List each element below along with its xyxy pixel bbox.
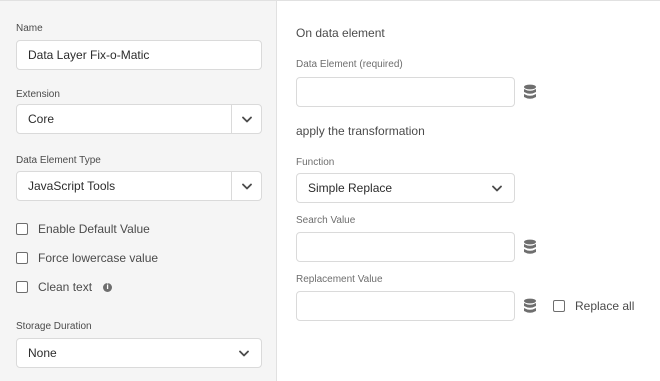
data-element-type-dropdown-button[interactable]: [231, 172, 261, 200]
storage-duration-select[interactable]: None: [16, 338, 262, 368]
extension-dropdown-button[interactable]: [231, 105, 261, 133]
checkbox-box[interactable]: [16, 252, 28, 264]
apply-transformation-heading: apply the transformation: [296, 124, 425, 138]
clean-text-checkbox[interactable]: Clean text i: [16, 280, 113, 294]
data-element-input[interactable]: [296, 77, 515, 107]
checkbox-label: Force lowercase value: [38, 251, 159, 265]
checkbox-box[interactable]: [553, 300, 565, 312]
replacement-value-label: Replacement Value: [296, 274, 383, 285]
name-field[interactable]: Data Layer Fix-o-Matic: [16, 40, 262, 70]
data-element-type-value: JavaScript Tools: [28, 179, 116, 193]
configuration-panel: On data element Data Element (required) …: [278, 1, 660, 381]
data-element-type-combobox[interactable]: JavaScript Tools: [16, 171, 262, 201]
function-label: Function: [296, 157, 335, 168]
database-icon[interactable]: [523, 239, 537, 255]
info-icon[interactable]: i: [103, 282, 113, 292]
settings-panel: Name Data Layer Fix-o-Matic Extension Co…: [0, 1, 277, 381]
chevron-down-icon: [239, 350, 249, 356]
replace-all-checkbox[interactable]: Replace all: [553, 299, 634, 313]
search-value-label: Search Value: [296, 215, 356, 226]
checkbox-box[interactable]: [16, 223, 28, 235]
name-label: Name: [16, 23, 43, 34]
replace-all-label: Replace all: [575, 299, 635, 313]
chevron-down-icon: [492, 185, 502, 191]
checkbox-label: Clean text: [38, 280, 93, 294]
force-lowercase-checkbox[interactable]: Force lowercase value: [16, 251, 158, 265]
data-element-label: Data Element (required): [296, 59, 403, 70]
storage-duration-label: Storage Duration: [16, 321, 92, 332]
checkbox-box[interactable]: [16, 281, 28, 293]
extension-value: Core: [28, 112, 55, 126]
enable-default-value-checkbox[interactable]: Enable Default Value: [16, 222, 150, 236]
chevron-down-icon: [241, 183, 252, 189]
database-icon[interactable]: [523, 298, 537, 314]
data-element-type-label: Data Element Type: [16, 155, 101, 166]
replacement-value-input[interactable]: [296, 291, 515, 321]
extension-combobox[interactable]: Core: [16, 104, 262, 134]
checkbox-label: Enable Default Value: [38, 222, 150, 236]
function-value: Simple Replace: [308, 181, 393, 195]
function-select[interactable]: Simple Replace: [296, 173, 515, 203]
search-value-input[interactable]: [296, 232, 515, 262]
on-data-element-heading: On data element: [296, 26, 385, 40]
storage-duration-value: None: [28, 346, 57, 360]
database-icon[interactable]: [523, 84, 537, 100]
extension-label: Extension: [16, 89, 60, 100]
chevron-down-icon: [241, 116, 252, 122]
